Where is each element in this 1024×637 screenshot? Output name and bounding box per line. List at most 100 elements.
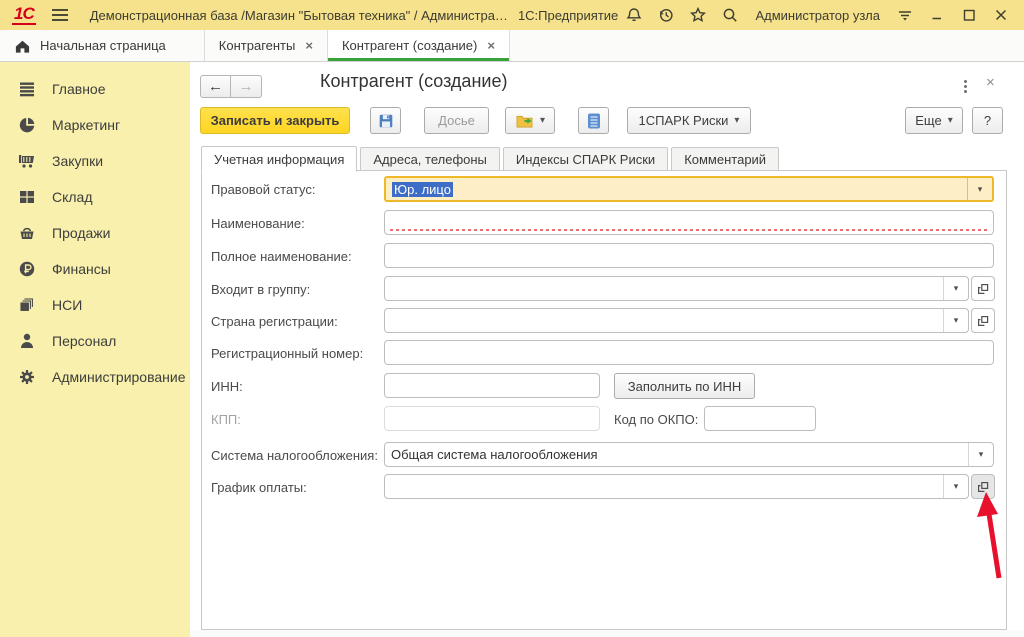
form-content: Правовой статус: Юр. лицо ▾ Наименование…: [201, 170, 1007, 630]
sidebar-item-nsi[interactable]: НСИ: [0, 287, 190, 323]
sidebar-item-label: Финансы: [52, 261, 111, 277]
group-value: [385, 277, 943, 300]
payment-schedule-open-button[interactable]: [971, 474, 995, 499]
kpp-input[interactable]: [384, 406, 600, 431]
document-journal-button[interactable]: [578, 107, 609, 134]
tax-system-value: Общая система налогообложения: [385, 443, 968, 466]
1c-logo: 1С: [12, 5, 36, 25]
chevron-down-icon: ▾: [734, 115, 739, 126]
app-window: 1С Демонстрационная база /Магазин "Бытов…: [0, 0, 1024, 637]
folder-send-icon: [515, 112, 534, 129]
sidebar-item-prodazhi[interactable]: Продажи: [0, 215, 190, 251]
sidebar-item-finansy[interactable]: Финансы: [0, 251, 190, 287]
sidebar-item-glavnoe[interactable]: Главное: [0, 71, 190, 107]
more-button[interactable]: Еще ▾: [905, 107, 963, 134]
group-open-button[interactable]: [971, 276, 995, 301]
books-icon: [17, 295, 37, 315]
field-row-inn: ИНН: Заполнить по ИНН: [202, 373, 1006, 399]
home-tab-label: Начальная страница: [40, 38, 166, 53]
chevron-down-icon[interactable]: ▾: [943, 475, 968, 498]
sidebar-item-sklad[interactable]: Склад: [0, 179, 190, 215]
forward-button[interactable]: →: [231, 75, 262, 98]
home-page-tab[interactable]: Начальная страница: [0, 30, 205, 61]
chevron-down-icon[interactable]: ▾: [943, 277, 968, 300]
history-icon[interactable]: [653, 4, 679, 26]
chevron-down-icon[interactable]: ▾: [967, 178, 992, 200]
notifications-bell-icon[interactable]: [621, 4, 647, 26]
form-title: Контрагент (создание): [320, 71, 507, 92]
send-document-button[interactable]: ▾: [505, 107, 555, 134]
okpo-input[interactable]: [704, 406, 816, 431]
maximize-icon[interactable]: [956, 4, 982, 26]
field-row-group: Входит в группу: ▾: [202, 276, 1006, 302]
dossier-button[interactable]: Досье: [424, 107, 489, 134]
form-more-dots-icon[interactable]: [958, 77, 972, 95]
favorites-star-icon[interactable]: [685, 4, 711, 26]
form-close-icon[interactable]: ×: [986, 74, 995, 91]
legal-status-label: Правовой статус:: [211, 176, 315, 202]
group-label: Входит в группу:: [211, 276, 310, 302]
field-row-legal-status: Правовой статус: Юр. лицо ▾: [202, 176, 1006, 202]
sidebar-item-zakupki[interactable]: Закупки: [0, 143, 190, 179]
name-input[interactable]: [384, 210, 994, 235]
inn-input[interactable]: [384, 373, 600, 398]
pie-chart-icon: [17, 115, 37, 135]
field-row-full-name: Полное наименование:: [202, 243, 1006, 269]
sidebar-item-administrirovanie[interactable]: Администрирование: [0, 359, 190, 395]
kpp-label: КПП:: [211, 406, 241, 432]
current-user[interactable]: Администратор узла: [755, 8, 880, 23]
titlebar-actions: Администратор узла: [621, 4, 1024, 26]
fill-by-inn-label: Заполнить по ИНН: [628, 379, 741, 394]
tab-uchetnaya-informaciya[interactable]: Учетная информация: [201, 146, 357, 172]
save-button[interactable]: [370, 107, 401, 134]
dossier-label: Досье: [438, 113, 475, 128]
back-button[interactable]: ←: [200, 75, 231, 98]
floppy-disk-icon: [377, 112, 395, 130]
tab-indeksy-spark-riski[interactable]: Индексы СПАРК Риски: [503, 147, 668, 171]
open-in-form-icon: [976, 314, 990, 328]
tab-adresa-telefony[interactable]: Адреса, телефоны: [360, 147, 500, 171]
field-row-reg-number: Регистрационный номер:: [202, 340, 1006, 366]
reg-number-input[interactable]: [384, 340, 994, 365]
sidebar-item-marketing[interactable]: Маркетинг: [0, 107, 190, 143]
sidebar-item-label: Администрирование: [52, 369, 186, 385]
spark-risks-label: 1СПАРК Риски: [639, 113, 729, 128]
minimize-icon[interactable]: [924, 4, 950, 26]
country-value: [385, 309, 943, 332]
service-settings-icon[interactable]: [892, 4, 918, 26]
nav-history-buttons: ← →: [200, 75, 262, 98]
main-menu-hamburger-icon[interactable]: [52, 9, 68, 21]
tab-kommentarij[interactable]: Комментарий: [671, 147, 779, 171]
close-icon[interactable]: [988, 4, 1014, 26]
country-open-button[interactable]: [971, 308, 995, 333]
save-and-close-button[interactable]: Записать и закрыть: [200, 107, 350, 134]
fill-by-inn-button[interactable]: Заполнить по ИНН: [614, 373, 755, 399]
tab-kontragent-create[interactable]: Контрагент (создание) ×: [328, 30, 510, 61]
search-icon[interactable]: [717, 4, 743, 26]
full-name-input[interactable]: [384, 243, 994, 268]
tax-system-label: Система налогообложения:: [211, 442, 378, 468]
chevron-down-icon[interactable]: ▾: [968, 443, 993, 466]
help-button[interactable]: ?: [972, 107, 1003, 134]
tab-kontragenty[interactable]: Контрагенты ×: [205, 30, 328, 61]
open-in-form-icon: [976, 480, 990, 494]
payment-schedule-combo[interactable]: ▾: [384, 474, 969, 499]
okpo-label: Код по ОКПО:: [614, 406, 698, 432]
sidebar-item-personal[interactable]: Персонал: [0, 323, 190, 359]
field-row-country: Страна регистрации: ▾: [202, 308, 1006, 334]
tax-system-combo[interactable]: Общая система налогообложения ▾: [384, 442, 994, 467]
inn-label: ИНН:: [211, 373, 243, 399]
group-combo[interactable]: ▾: [384, 276, 969, 301]
window-title: Демонстрационная база /Магазин "Бытовая …: [90, 8, 508, 23]
tab-close-icon[interactable]: ×: [305, 39, 313, 52]
tab-close-icon[interactable]: ×: [487, 39, 495, 52]
full-name-label: Полное наименование:: [211, 243, 352, 269]
field-row-tax-system: Система налогообложения: Общая система н…: [202, 442, 1006, 468]
legal-status-combo[interactable]: Юр. лицо ▾: [384, 176, 994, 202]
sidebar-item-label: Главное: [52, 81, 106, 97]
list-icon: [17, 79, 37, 99]
payment-schedule-label: График оплаты:: [211, 474, 307, 500]
chevron-down-icon[interactable]: ▾: [943, 309, 968, 332]
spark-risks-button[interactable]: 1СПАРК Риски ▾: [627, 107, 751, 134]
country-combo[interactable]: ▾: [384, 308, 969, 333]
